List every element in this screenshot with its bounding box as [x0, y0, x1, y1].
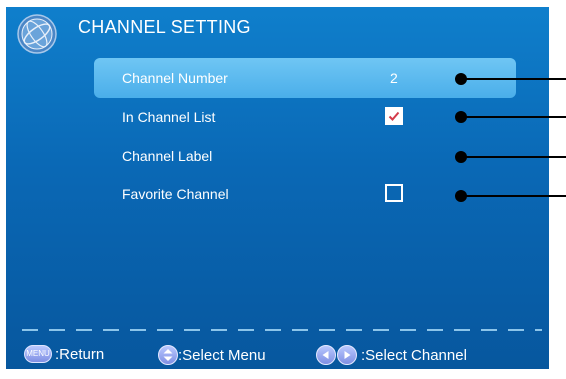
callout-line-in-channel-list	[460, 116, 566, 118]
menu-item-label: Channel Label	[122, 148, 213, 164]
callout-line-channel-label	[460, 156, 566, 158]
footer-select-channel: :Select Channel	[316, 345, 467, 365]
callout-dot-channel-label	[455, 151, 467, 163]
globe-logo-icon	[17, 14, 57, 54]
menu-item-channel-label[interactable]: Channel Label	[94, 136, 516, 176]
in-channel-list-checkbox[interactable]	[385, 107, 403, 125]
check-icon	[388, 111, 400, 121]
menu-item-favorite-channel[interactable]: Favorite Channel	[94, 174, 516, 214]
right-arrow-icon	[337, 345, 357, 365]
footer-divider	[22, 329, 542, 331]
menu-item-label: In Channel List	[122, 109, 216, 125]
menu-key-icon: MENU	[24, 345, 52, 363]
callout-dot-channel-number	[455, 73, 467, 85]
menu-item-label: Favorite Channel	[122, 186, 229, 202]
callout-dot-favorite-channel	[455, 190, 467, 202]
return-hint: :Return	[55, 345, 105, 363]
menu-item-in-channel-list[interactable]: In Channel List	[94, 97, 516, 137]
channel-number-value: 2	[390, 70, 398, 86]
footer-select-menu: :Select Menu	[158, 345, 266, 365]
callout-dot-in-channel-list	[455, 111, 467, 123]
callout-line-channel-number	[460, 78, 566, 80]
up-down-arrows-icon	[158, 345, 178, 365]
left-arrow-icon	[316, 345, 336, 365]
footer-return: MENU :Return	[24, 345, 104, 363]
favorite-channel-checkbox[interactable]	[385, 184, 403, 202]
select-channel-hint: :Select Channel	[361, 346, 467, 364]
select-menu-hint: :Select Menu	[178, 346, 266, 364]
tv-osd-screen: CHANNEL SETTING Channel Number 2 In Chan…	[6, 7, 549, 369]
menu-item-channel-number[interactable]: Channel Number 2	[94, 58, 516, 98]
page-title: CHANNEL SETTING	[78, 17, 251, 37]
menu-item-label: Channel Number	[122, 70, 228, 86]
callout-line-favorite-channel	[460, 195, 566, 197]
